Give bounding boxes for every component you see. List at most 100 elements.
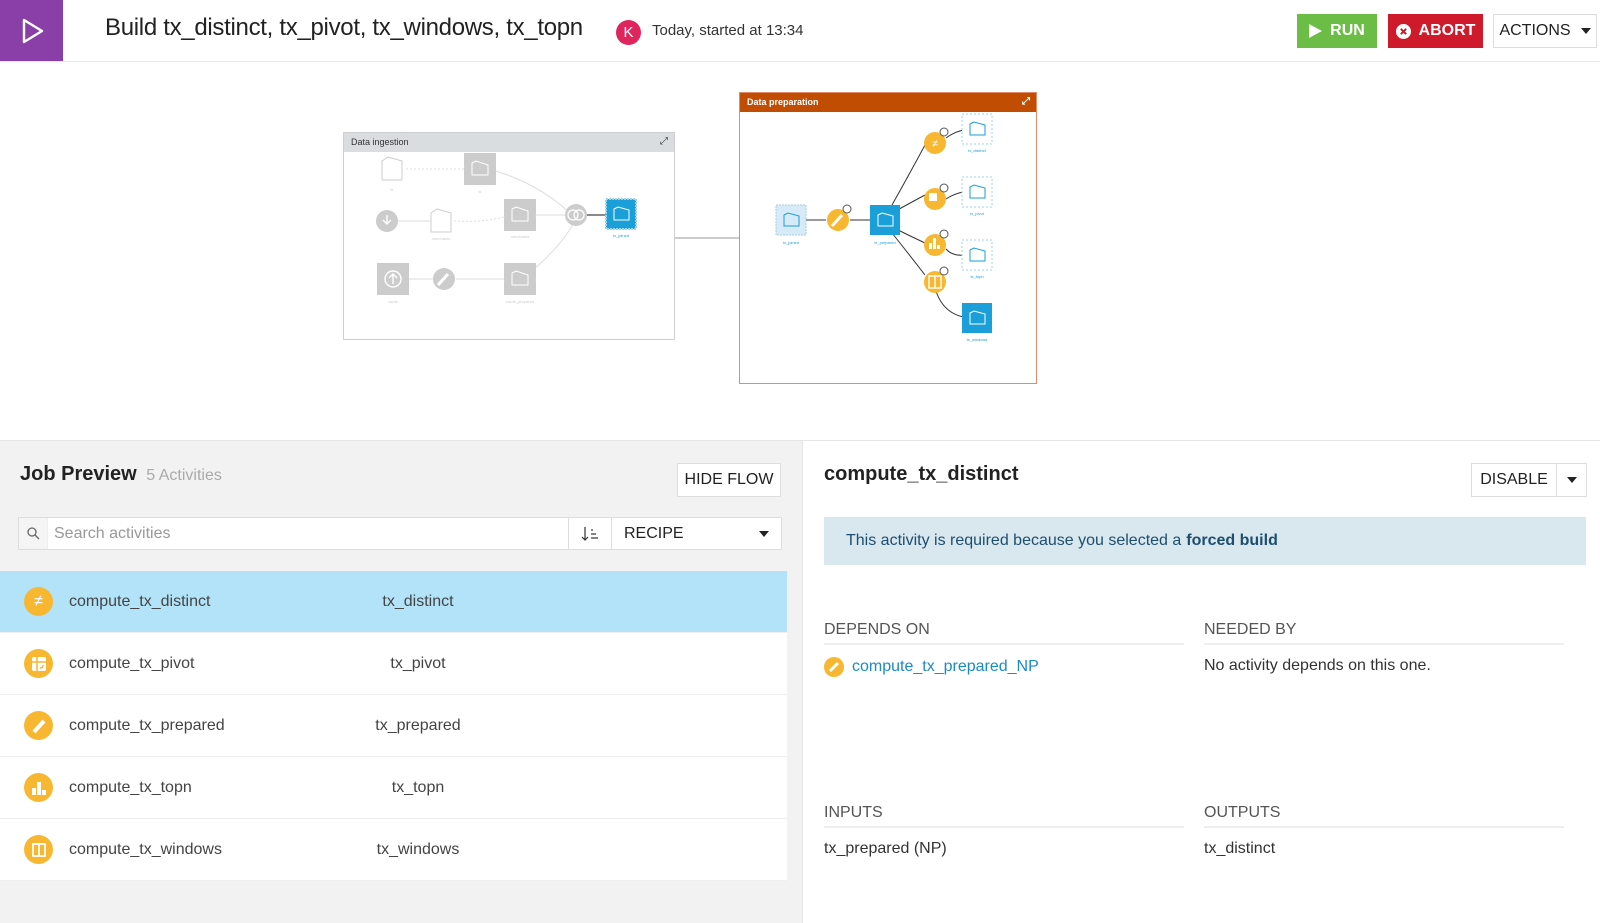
flow-graph[interactable]: Data ingestion ⤢ tx tx merchants merchan… (0, 62, 1600, 440)
svg-text:tx_joined: tx_joined (613, 233, 629, 238)
group-by-value: RECIPE (624, 524, 684, 542)
svg-text:≠: ≠ (932, 138, 938, 150)
topn-icon (24, 773, 53, 802)
distinct-recipe-node[interactable]: ≠ (924, 127, 949, 154)
search-icon (19, 518, 48, 549)
download-recipe-node[interactable] (376, 210, 398, 232)
job-preview-heading: Job Preview (20, 463, 137, 485)
svg-text:cards_prepared: cards_prepared (506, 299, 534, 304)
job-preview-panel: Job Preview 5 Activities HIDE FLOW RECIP… (0, 440, 802, 923)
activity-output: tx_windows (376, 840, 460, 858)
sort-icon (581, 526, 598, 541)
dataset-node-tx-joined-shared[interactable]: tx_joined (775, 204, 807, 245)
job-title: Build tx_distinct, tx_pivot, tx_windows,… (105, 14, 583, 41)
activity-output: tx_topn (391, 778, 445, 796)
svg-text:merchants: merchants (432, 236, 451, 241)
topn-recipe-node[interactable] (924, 229, 949, 256)
depends-on-item[interactable]: compute_tx_prepared_NP (824, 657, 1039, 677)
dataset-node-tx-prepared[interactable]: tx_prepared (870, 205, 900, 245)
disable-button-group: DISABLE (1471, 463, 1587, 497)
hide-flow-button[interactable]: HIDE FLOW (677, 463, 781, 497)
activity-name: compute_tx_distinct (69, 592, 211, 610)
disable-options-dropdown[interactable] (1556, 464, 1586, 496)
dataset-node-tx[interactable]: tx (464, 153, 496, 194)
dataset-node-tx-topn[interactable]: tx_topn (961, 239, 993, 279)
activity-detail-panel: compute_tx_distinct DISABLE This activit… (802, 440, 1600, 923)
dataset-node-cards-prepared[interactable]: cards_prepared (504, 263, 536, 304)
top-bar: Build tx_distinct, tx_pivot, tx_windows,… (0, 0, 1600, 62)
job-start-time: Today, started at 13:34 (652, 22, 804, 39)
abort-button[interactable]: ABORT (1388, 14, 1483, 48)
distinct-icon: ≠ (24, 587, 53, 616)
caret-down-icon (1566, 477, 1577, 483)
needed-by-label: NEEDED BY (1204, 621, 1564, 645)
activity-name: compute_tx_topn (69, 778, 192, 796)
svg-text:tx: tx (478, 189, 481, 194)
outputs-value: tx_distinct (1204, 840, 1276, 857)
activity-row[interactable]: compute_tx_prepared tx_prepared (0, 695, 787, 757)
disable-button[interactable]: DISABLE (1472, 464, 1556, 496)
folder-node-merchants[interactable]: merchants (430, 208, 452, 241)
activity-name: compute_tx_pivot (69, 654, 195, 672)
sort-button[interactable] (568, 518, 611, 549)
activity-row[interactable]: compute_tx_pivot tx_pivot (0, 633, 787, 695)
activity-row[interactable]: compute_tx_windows tx_windows (0, 819, 787, 881)
svg-text:tx_prepared: tx_prepared (874, 240, 895, 245)
abort-label: ABORT (1418, 22, 1476, 39)
svg-text:tx: tx (390, 187, 393, 192)
info-text: This activity is required because you se… (846, 532, 1182, 549)
search-activities-input[interactable] (48, 518, 568, 549)
activity-row[interactable]: compute_tx_topn tx_topn (0, 757, 787, 819)
actions-dropdown[interactable]: ACTIONS (1493, 14, 1597, 48)
dataset-node-merchants[interactable]: merchants (504, 199, 536, 239)
activity-list: ≠ compute_tx_distinct tx_distinct comput… (0, 571, 787, 881)
activity-output: tx_pivot (390, 654, 446, 672)
depends-on-label: DEPENDS ON (824, 621, 1184, 645)
svg-text:merchants: merchants (511, 234, 530, 239)
run-button[interactable]: RUN (1297, 14, 1377, 48)
actions-label: ACTIONS (1499, 22, 1571, 39)
inputs-value: tx_prepared (NP) (824, 840, 947, 857)
info-bold-text: forced build (1186, 532, 1278, 549)
activity-name: compute_tx_windows (69, 840, 222, 858)
ingestion-graph: tx tx merchants merchants cards cards_pr… (376, 153, 637, 304)
user-avatar[interactable]: K (616, 20, 641, 45)
caret-down-icon (759, 530, 769, 537)
dataset-node-tx-joined[interactable]: tx_joined (605, 198, 637, 238)
info-banner: This activity is required because you se… (824, 517, 1586, 565)
prepare-recipe-node[interactable] (827, 204, 852, 231)
activity-count: 5 Activities (146, 467, 222, 484)
outputs-label: OUTPUTS (1204, 804, 1564, 828)
depends-on-link[interactable]: compute_tx_prepared_NP (852, 658, 1039, 676)
activity-name: compute_tx_prepared (69, 716, 225, 734)
play-icon (1309, 24, 1323, 38)
upload-dataset-node-cards[interactable]: cards (377, 263, 409, 304)
svg-text:tx_distinct: tx_distinct (968, 148, 987, 153)
caret-down-icon (1580, 28, 1591, 34)
dataset-node-tx-pivot[interactable]: tx_pivot (961, 176, 993, 216)
pivot-recipe-node[interactable] (924, 183, 949, 210)
svg-text:tx_pivot: tx_pivot (970, 211, 985, 216)
prepare-recipe-node[interactable] (433, 268, 455, 290)
preparation-graph: tx_joined tx_prepared ≠ tx_distinct tx_p… (775, 113, 993, 342)
window-recipe-node[interactable] (924, 266, 949, 293)
group-by-select[interactable]: RECIPE (611, 518, 781, 549)
zone-data-preparation[interactable]: Data preparation ⤢ tx_joined tx_prepared… (739, 92, 1037, 384)
svg-text:tx_joined: tx_joined (783, 240, 799, 245)
job-preview-title: Job Preview 5 Activities (20, 463, 222, 486)
join-recipe-node[interactable] (565, 204, 587, 226)
play-icon (22, 18, 43, 43)
prepare-icon (24, 711, 53, 740)
activity-search-bar: RECIPE (18, 517, 782, 550)
pivot-icon (24, 649, 53, 678)
activity-output: tx_distinct (382, 592, 454, 610)
svg-text:tx_topn: tx_topn (970, 274, 983, 279)
activity-output: tx_prepared (375, 716, 461, 734)
dataset-node-tx-windows[interactable]: tx_windows (962, 303, 992, 342)
dataset-node-tx-distinct[interactable]: tx_distinct (961, 113, 993, 153)
svg-text:tx_windows: tx_windows (967, 337, 988, 342)
dataset-node-tx-folder[interactable]: tx (381, 156, 403, 192)
zone-data-ingestion[interactable]: Data ingestion ⤢ tx tx merchants merchan… (343, 132, 675, 340)
job-logo[interactable] (0, 0, 63, 61)
activity-row[interactable]: ≠ compute_tx_distinct tx_distinct (0, 571, 787, 633)
